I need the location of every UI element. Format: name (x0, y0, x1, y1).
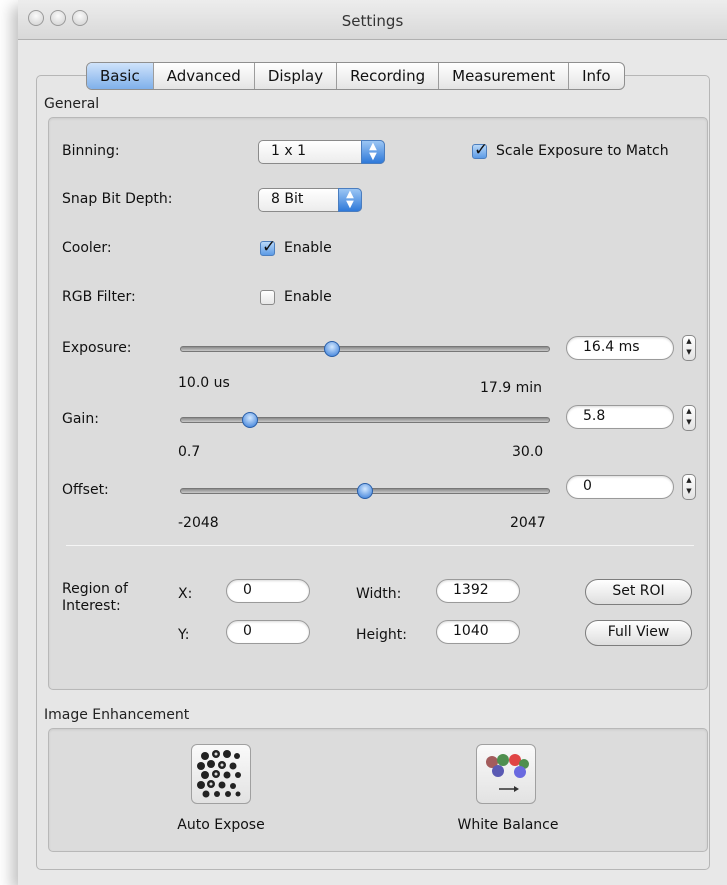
roi-x-field[interactable]: 0 (226, 579, 310, 603)
exposure-min-label: 10.0 us (178, 375, 230, 391)
window-title: Settings (341, 12, 404, 30)
gain-max-label: 30.0 (512, 444, 544, 460)
rgb-filter-enable-checkbox[interactable] (260, 290, 275, 305)
roi-height-field[interactable]: 1040 (436, 620, 520, 644)
full-view-button[interactable]: Full View (585, 620, 692, 646)
rgb-filter-label: RGB Filter: (62, 289, 136, 305)
exposure-slider-knob[interactable] (323, 341, 340, 357)
general-group-title: General (44, 96, 100, 112)
divider (66, 545, 694, 546)
image-enhancement-group (48, 728, 708, 852)
popup-arrows-icon: ▲ ▼ (361, 140, 385, 164)
roi-label-line2: Interest: (62, 598, 121, 614)
roi-width-label: Width: (356, 586, 402, 602)
white-balance-button[interactable] (476, 744, 536, 804)
title-bar[interactable]: Settings (18, 0, 727, 40)
exposure-max-label: 17.9 min (480, 380, 543, 396)
scale-exposure-checkbox[interactable] (472, 140, 488, 160)
offset-field[interactable]: 0 (566, 475, 674, 499)
roi-height-label: Height: (356, 627, 407, 643)
roi-x-label: X: (178, 586, 193, 602)
gain-min-label: 0.7 (178, 444, 201, 460)
white-balance-label: White Balance (457, 817, 559, 833)
roi-label-line1: Region of (62, 581, 128, 597)
offset-max-label: 2047 (510, 515, 546, 531)
binning-value: 1 x 1 (271, 143, 306, 159)
auto-expose-button[interactable] (191, 744, 251, 804)
tab-display[interactable]: Display (253, 63, 336, 89)
roi-y-field[interactable]: 0 (226, 620, 310, 644)
exposure-field[interactable]: 16.4 ms (566, 336, 674, 360)
offset-stepper[interactable]: ▲ ▼ (682, 474, 696, 500)
scale-exposure-label: Scale Exposure to Match (496, 143, 669, 159)
cooler-enable-label: Enable (284, 240, 332, 256)
rgb-filter-enable-label: Enable (284, 289, 332, 305)
binning-popup[interactable]: 1 x 1 ▲ ▼ (258, 140, 385, 164)
set-roi-button[interactable]: Set ROI (585, 579, 692, 605)
binning-label: Binning: (62, 143, 120, 159)
tab-bar: Basic Advanced Display Recording Measure… (86, 62, 625, 90)
tab-recording[interactable]: Recording (336, 63, 438, 89)
cooler-label: Cooler: (62, 240, 112, 256)
snap-bit-depth-value: 8 Bit (271, 191, 304, 207)
image-enhancement-group-title: Image Enhancement (44, 707, 190, 723)
tab-info[interactable]: Info (568, 63, 623, 89)
roi-width-field[interactable]: 1392 (436, 579, 520, 603)
offset-label: Offset: (62, 482, 109, 498)
offset-slider-knob[interactable] (357, 483, 373, 499)
settings-window: Settings Basic Advanced Display Recordin… (18, 0, 727, 885)
gain-stepper[interactable]: ▲ ▼ (682, 405, 696, 431)
cooler-enable-checkbox[interactable] (260, 237, 276, 257)
roi-y-label: Y: (178, 627, 190, 643)
popup-arrows-icon: ▲ ▼ (338, 188, 362, 212)
tab-measurement[interactable]: Measurement (438, 63, 568, 89)
gain-field[interactable]: 5.8 (566, 405, 674, 429)
white-balance-icon (486, 754, 529, 792)
offset-min-label: -2048 (178, 515, 219, 531)
snap-bit-depth-label: Snap Bit Depth: (62, 191, 173, 207)
gain-slider-track[interactable] (180, 417, 550, 423)
tab-advanced[interactable]: Advanced (152, 63, 254, 89)
snap-bit-depth-popup[interactable]: 8 Bit ▲ ▼ (258, 188, 362, 212)
gain-label: Gain: (62, 411, 99, 427)
tab-basic[interactable]: Basic (87, 63, 153, 89)
exposure-slider-track[interactable] (180, 346, 550, 352)
auto-expose-label: Auto Expose (177, 817, 265, 833)
exposure-stepper[interactable]: ▲ ▼ (682, 335, 696, 361)
exposure-label: Exposure: (62, 340, 132, 356)
auto-expose-icon (197, 750, 241, 798)
